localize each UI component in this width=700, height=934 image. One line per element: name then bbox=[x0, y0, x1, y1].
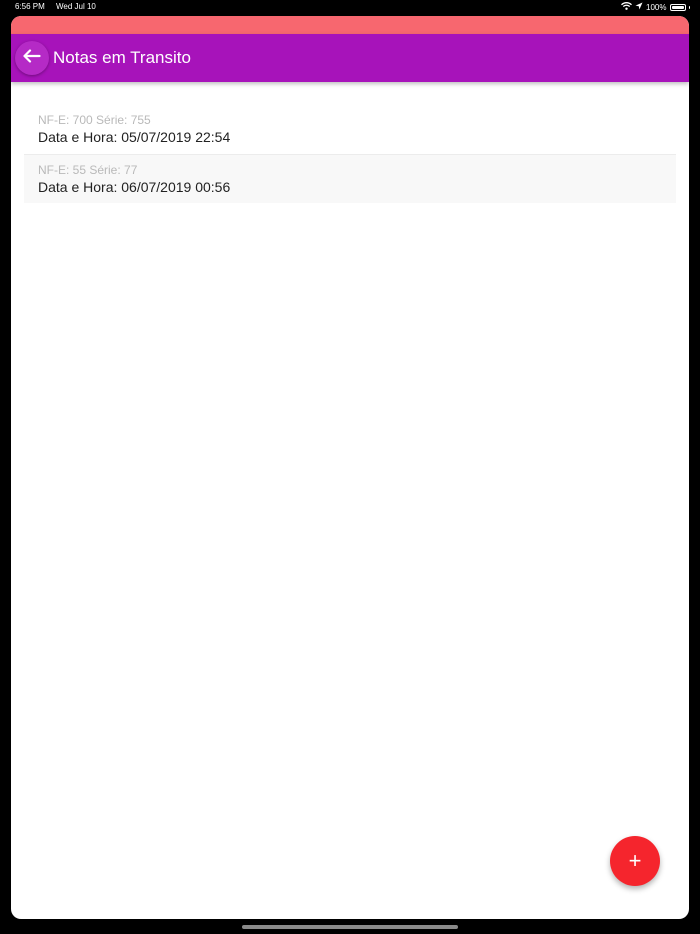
plus-icon: + bbox=[628, 848, 642, 873]
battery-percent: 100% bbox=[646, 2, 667, 12]
location-icon bbox=[635, 2, 643, 12]
status-bar: 6:56 PM Wed Jul 10 100% bbox=[0, 0, 700, 14]
note-subtitle: NF-E: 55 Série: 77 bbox=[38, 163, 138, 177]
list-item[interactable]: NF-E: 55 Série: 77 Data e Hora: 06/07/20… bbox=[24, 154, 676, 203]
page-title: Notas em Transito bbox=[53, 48, 191, 67]
status-date: Wed Jul 10 bbox=[56, 2, 96, 11]
home-indicator[interactable] bbox=[242, 925, 458, 929]
battery-icon bbox=[669, 3, 686, 11]
status-time: 6:56 PM bbox=[15, 2, 45, 11]
app-bar: Notas em Transito bbox=[11, 34, 689, 82]
notes-list: NF-E: 700 Série: 755 Data e Hora: 05/07/… bbox=[24, 105, 676, 203]
note-datetime: Data e Hora: 06/07/2019 00:56 bbox=[38, 179, 231, 195]
list-item[interactable]: NF-E: 700 Série: 755 Data e Hora: 05/07/… bbox=[24, 105, 676, 154]
status-indicators: 100% bbox=[621, 2, 690, 12]
wifi-icon bbox=[621, 2, 632, 12]
note-subtitle: NF-E: 700 Série: 755 bbox=[38, 113, 151, 127]
add-button[interactable]: + bbox=[610, 836, 660, 886]
top-color-strip bbox=[11, 16, 689, 34]
back-button[interactable] bbox=[15, 41, 49, 75]
note-datetime: Data e Hora: 05/07/2019 22:54 bbox=[38, 129, 231, 145]
app-screen: Notas em Transito NF-E: 700 Série: 755 D… bbox=[11, 16, 689, 919]
arrow-left-icon bbox=[23, 48, 41, 68]
